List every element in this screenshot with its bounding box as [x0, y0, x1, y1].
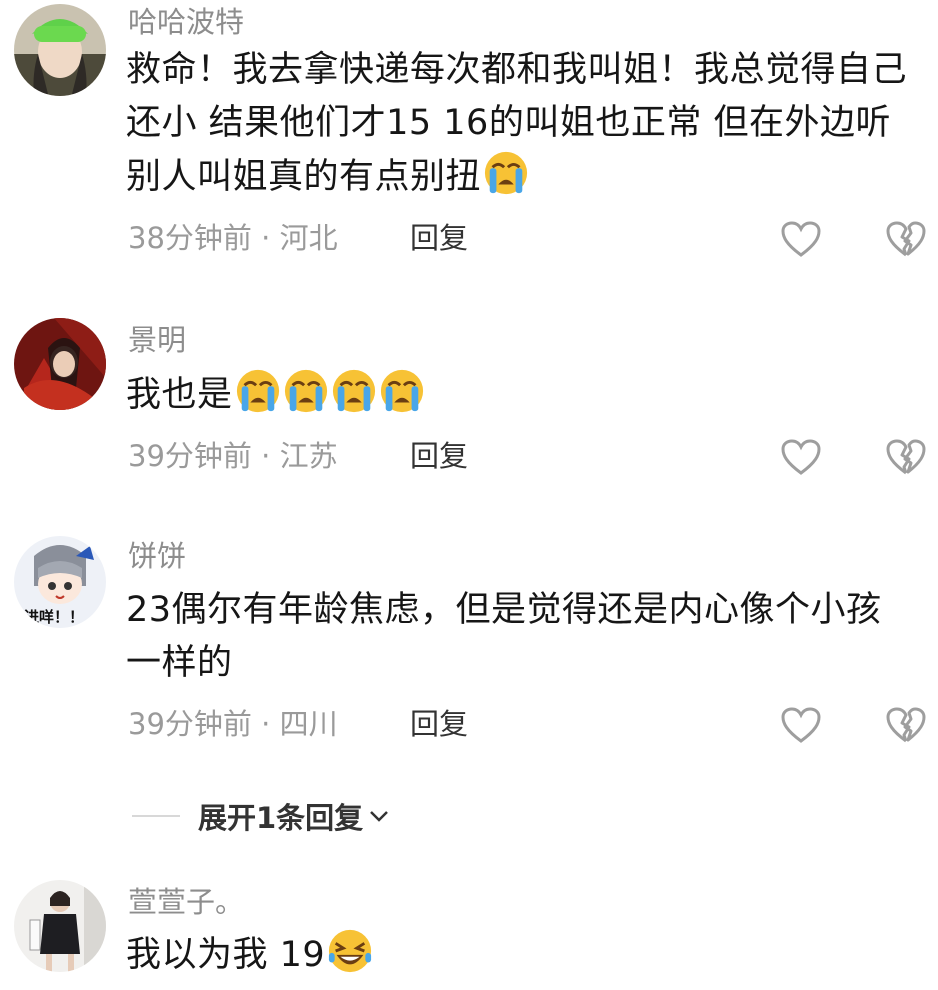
comment-text: 救命！我去拿快递每次都和我叫姐！我总觉得自己还小 结果他们才15 16的叫姐也正…	[126, 44, 908, 204]
divider-line	[132, 815, 180, 817]
timestamp: 38分钟前	[128, 221, 252, 255]
avatar[interactable]	[14, 4, 106, 96]
loudly-crying-face-icon	[483, 150, 529, 196]
avatar-text: 进咩！！	[24, 608, 84, 626]
chevron-down-icon	[367, 804, 391, 828]
loudly-crying-face-icon	[283, 368, 329, 414]
username[interactable]: 萱萱子。	[128, 884, 244, 920]
location: 河北	[279, 221, 338, 255]
loudly-crying-face-icon	[331, 368, 377, 414]
username[interactable]: 哈哈波特	[128, 4, 244, 40]
comment-text: 23偶尔有年龄焦虑，但是觉得还是内心像个小孩一样的	[126, 590, 882, 683]
loudly-crying-face-icon	[379, 368, 425, 414]
expand-replies-button[interactable]: 展开1条回复	[132, 796, 391, 836]
avatar[interactable]	[14, 880, 106, 972]
broken-heart-icon[interactable]	[885, 220, 927, 258]
broken-heart-icon[interactable]	[885, 438, 927, 476]
heart-outline-icon[interactable]	[780, 438, 822, 476]
avatar[interactable]: 进咩！！	[14, 536, 106, 628]
avatar[interactable]	[14, 318, 106, 410]
comment-meta: 39分钟前 · 江苏	[128, 439, 338, 473]
timestamp: 39分钟前	[128, 439, 252, 473]
heart-outline-icon[interactable]	[780, 706, 822, 744]
comment-text: 我以为我 19	[126, 928, 908, 982]
timestamp: 39分钟前	[128, 707, 252, 741]
comment-meta: 38分钟前 · 河北	[128, 221, 338, 255]
comment-text-body: 我也是	[126, 375, 233, 415]
heart-outline-icon[interactable]	[780, 220, 822, 258]
rolling-laughing-face-icon	[327, 928, 373, 974]
username[interactable]: 饼饼	[128, 538, 186, 574]
reply-button[interactable]: 回复	[410, 220, 468, 256]
location: 江苏	[279, 439, 338, 473]
comment-meta: 39分钟前 · 四川	[128, 707, 338, 741]
location: 四川	[279, 707, 338, 741]
comment-text: 我也是	[126, 368, 908, 422]
reply-button[interactable]: 回复	[410, 438, 468, 474]
comment-text-body: 我以为我 19	[126, 935, 326, 975]
broken-heart-icon[interactable]	[885, 706, 927, 744]
reply-button[interactable]: 回复	[410, 706, 468, 742]
expand-replies-label: 展开1条回复	[198, 801, 364, 835]
loudly-crying-face-icon	[235, 368, 281, 414]
username[interactable]: 景明	[128, 322, 186, 358]
